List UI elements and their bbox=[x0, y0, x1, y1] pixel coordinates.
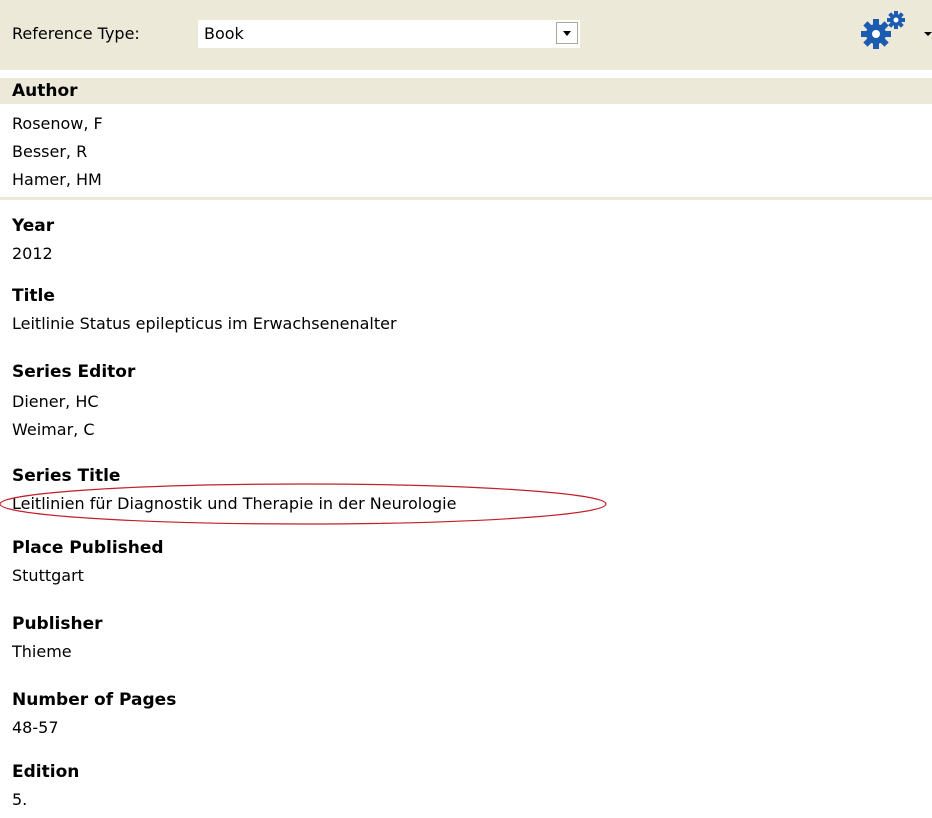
title-value[interactable]: Leitlinie Status epilepticus im Erwachse… bbox=[12, 312, 397, 336]
number-of-pages-label: Number of Pages bbox=[12, 690, 177, 710]
series-title-field: Series Title Leitlinien für Diagnostik u… bbox=[0, 464, 607, 525]
author-name[interactable]: Rosenow, F bbox=[12, 110, 103, 138]
chevron-down-icon bbox=[563, 30, 571, 36]
series-editor-label: Series Editor bbox=[12, 362, 136, 382]
author-name[interactable]: Besser, R bbox=[12, 138, 103, 166]
options-caret-icon[interactable] bbox=[924, 32, 932, 36]
series-editor-name[interactable]: Diener, HC bbox=[12, 388, 135, 416]
author-section: Author Rosenow, F Besser, R Hamer, HM bbox=[0, 78, 932, 200]
number-of-pages-field: Number of Pages 48-57 bbox=[12, 688, 176, 740]
reference-type-dropdown-button[interactable] bbox=[556, 22, 578, 44]
series-title-value-wrap: Leitlinien für Diagnostik und Therapie i… bbox=[0, 483, 607, 525]
gears-icon[interactable] bbox=[858, 10, 918, 50]
author-header: Author bbox=[0, 78, 932, 104]
author-label: Author bbox=[12, 81, 78, 101]
edition-field: Edition 5. bbox=[12, 760, 79, 812]
series-editor-field: Series Editor Diener, HC Weimar, C bbox=[12, 360, 135, 444]
number-of-pages-value[interactable]: 48-57 bbox=[12, 716, 176, 740]
reference-type-value: Book bbox=[204, 24, 244, 43]
place-published-field: Place Published Stuttgart bbox=[12, 536, 164, 588]
year-label: Year bbox=[12, 216, 55, 236]
series-editor-name[interactable]: Weimar, C bbox=[12, 416, 135, 444]
place-published-label: Place Published bbox=[12, 538, 164, 558]
reference-type-toolbar: Reference Type: Book bbox=[0, 0, 932, 70]
year-field: Year 2012 bbox=[12, 214, 54, 266]
series-title-label: Series Title bbox=[12, 466, 121, 486]
publisher-value[interactable]: Thieme bbox=[12, 640, 103, 664]
reference-type-select[interactable]: Book bbox=[198, 20, 580, 48]
title-field: Title Leitlinie Status epilepticus im Er… bbox=[12, 284, 397, 336]
reference-type-label: Reference Type: bbox=[12, 24, 140, 43]
place-published-value[interactable]: Stuttgart bbox=[12, 564, 164, 588]
title-label: Title bbox=[12, 286, 55, 306]
author-name[interactable]: Hamer, HM bbox=[12, 166, 103, 194]
year-value[interactable]: 2012 bbox=[12, 242, 54, 266]
author-list[interactable]: Rosenow, F Besser, R Hamer, HM bbox=[12, 110, 103, 194]
edition-label: Edition bbox=[12, 762, 80, 782]
series-title-value[interactable]: Leitlinien für Diagnostik und Therapie i… bbox=[12, 494, 456, 513]
publisher-label: Publisher bbox=[12, 614, 103, 634]
publisher-field: Publisher Thieme bbox=[12, 612, 103, 664]
series-editor-list[interactable]: Diener, HC Weimar, C bbox=[12, 388, 135, 444]
edition-value[interactable]: 5. bbox=[12, 788, 79, 812]
